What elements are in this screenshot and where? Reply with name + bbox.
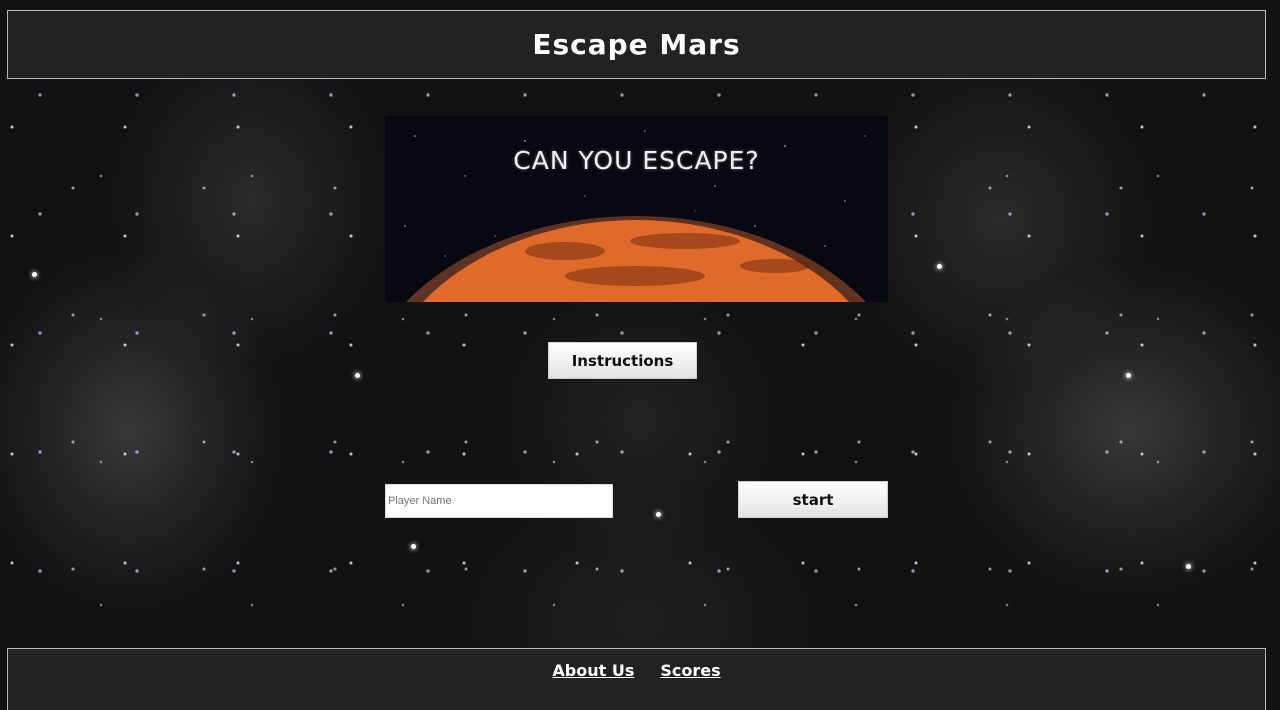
star [1126, 373, 1131, 378]
page-title: Escape Mars [532, 28, 741, 61]
star [1186, 564, 1191, 569]
scores-link[interactable]: Scores [660, 661, 720, 680]
page-header: Escape Mars [7, 10, 1266, 79]
mars-banner-image: CAN YOU ESCAPE? [385, 116, 888, 302]
star [32, 272, 37, 277]
banner-headline: CAN YOU ESCAPE? [513, 146, 760, 175]
star [656, 512, 661, 517]
player-name-input[interactable] [385, 484, 613, 518]
start-button[interactable]: start [738, 481, 888, 518]
instructions-button[interactable]: Instructions [548, 342, 697, 379]
star [411, 544, 416, 549]
about-us-link[interactable]: About Us [552, 661, 634, 680]
star [355, 373, 360, 378]
footer-nav: About Us Scores [8, 661, 1265, 680]
mars-planet-icon [385, 116, 888, 302]
page-footer: About Us Scores [7, 648, 1266, 710]
star [937, 264, 942, 269]
